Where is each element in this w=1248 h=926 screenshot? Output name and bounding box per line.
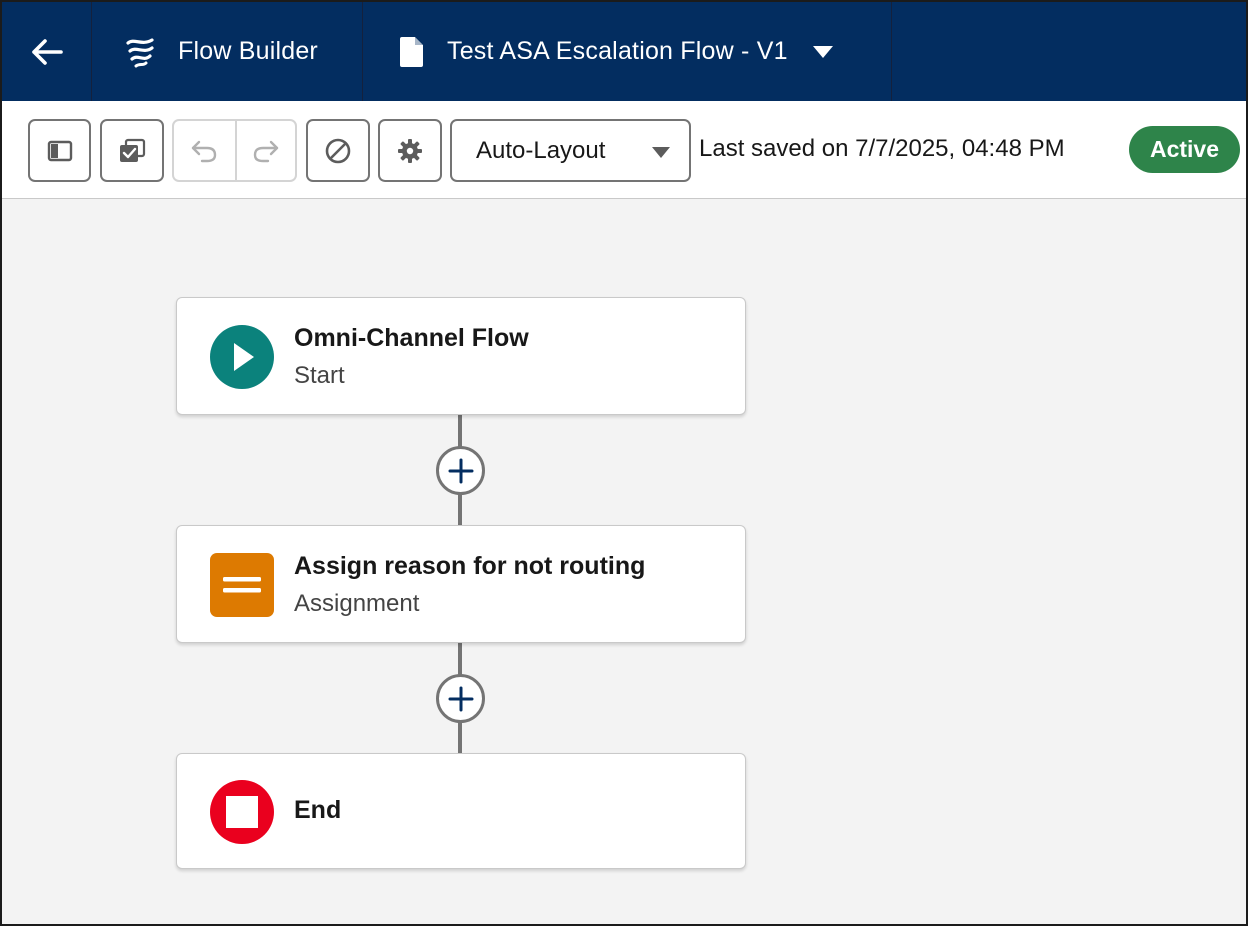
app-name: Flow Builder	[92, 2, 362, 101]
deactivate-button[interactable]	[306, 119, 370, 182]
node-title: Omni-Channel Flow	[294, 324, 529, 352]
app-header: Flow Builder Test ASA Escalation Flow - …	[2, 2, 1246, 101]
layout-mode-select[interactable]: Auto-Layout	[450, 119, 691, 182]
undo-redo-group	[172, 119, 297, 182]
app-name-label: Flow Builder	[178, 37, 318, 65]
checklist-icon	[120, 138, 146, 162]
undo-icon	[192, 140, 217, 162]
settings-button[interactable]	[378, 119, 442, 182]
stop-icon	[210, 780, 274, 844]
redo-icon	[253, 140, 278, 162]
node-title: Assign reason for not routing	[294, 552, 646, 580]
flow-version-menu[interactable]: Test ASA Escalation Flow - V1	[363, 2, 891, 101]
flow-builder-window: Flow Builder Test ASA Escalation Flow - …	[0, 0, 1248, 926]
ban-icon	[325, 138, 351, 163]
flow-name: Test ASA Escalation Flow - V1	[447, 37, 788, 65]
add-element-button[interactable]	[436, 446, 485, 495]
arrow-left-icon	[31, 38, 63, 65]
flow-canvas[interactable]: Omni-Channel Flow Start Assign reason fo…	[2, 199, 1246, 924]
redo-button[interactable]	[234, 121, 296, 180]
header-divider	[891, 2, 892, 101]
node-type: Start	[294, 362, 345, 389]
check-flow-button[interactable]	[100, 119, 164, 182]
add-element-button[interactable]	[436, 674, 485, 723]
play-icon	[210, 325, 274, 389]
flow-builder-logo-icon	[126, 37, 154, 67]
status-badge: Active	[1129, 126, 1240, 173]
node-title: End	[294, 796, 342, 824]
chevron-down-icon	[812, 45, 833, 58]
undo-button[interactable]	[174, 121, 235, 180]
back-button[interactable]	[2, 2, 91, 101]
node-type: Assignment	[294, 590, 420, 617]
gear-icon	[398, 138, 422, 163]
flow-node-assignment[interactable]: Assign reason for not routing Assignment	[176, 525, 746, 643]
last-saved-text: Last saved on 7/7/2025, 04:48 PM	[699, 135, 1065, 162]
flow-node-end[interactable]: End	[176, 753, 746, 869]
toolbar: Auto-Layout Last saved on 7/7/2025, 04:4…	[2, 101, 1246, 199]
chevron-down-icon	[652, 147, 670, 158]
panel-icon	[47, 140, 72, 161]
layout-mode-value: Auto-Layout	[476, 136, 606, 164]
flow-node-start[interactable]: Omni-Channel Flow Start	[176, 297, 746, 415]
plus-icon	[448, 686, 473, 711]
document-icon	[400, 36, 423, 67]
equals-icon	[210, 553, 274, 617]
plus-icon	[448, 458, 473, 483]
toggle-panel-button[interactable]	[28, 119, 91, 182]
